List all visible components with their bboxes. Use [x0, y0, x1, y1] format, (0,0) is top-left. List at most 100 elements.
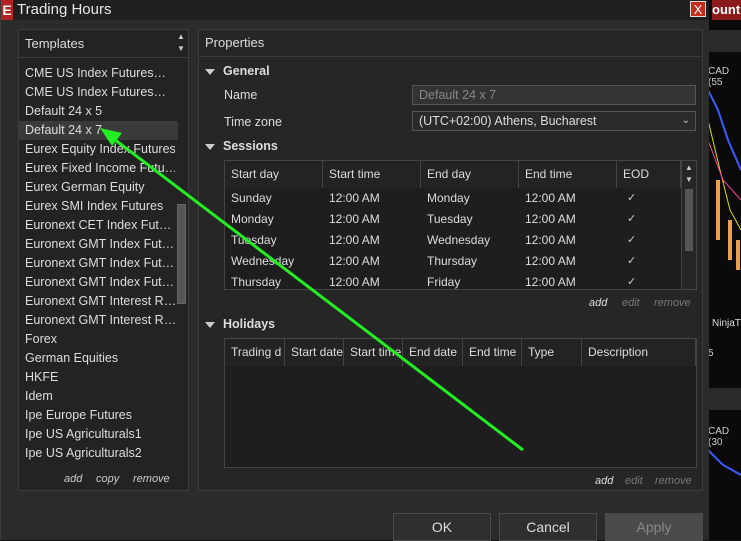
holidays-column-header[interactable]: Start date — [285, 339, 344, 366]
sessions-remove-link[interactable]: remove — [654, 297, 691, 309]
sessions-column-header[interactable]: EOD — [617, 161, 681, 188]
eod-checkbox[interactable]: ✓ — [621, 251, 685, 272]
sessions-cell: 12:00 AM — [329, 212, 380, 226]
holidays-remove-link[interactable]: remove — [655, 475, 692, 487]
template-item[interactable]: CME US Index Futures… — [25, 64, 175, 83]
template-item[interactable]: Eurex SMI Index Futures — [25, 197, 175, 216]
background-ninja-label: NinjaT — [712, 318, 741, 329]
template-item[interactable]: Euronext GMT Index Fut… — [25, 273, 175, 292]
holidays-add-link[interactable]: add — [595, 475, 613, 487]
template-item[interactable]: Default 24 x 7 — [19, 121, 178, 140]
holidays-column-header[interactable]: Type — [522, 339, 582, 366]
apply-button[interactable]: Apply — [605, 513, 703, 541]
general-section-title: General — [223, 64, 270, 78]
template-item[interactable]: CME US Index Futures… — [25, 83, 175, 102]
templates-copy-link[interactable]: copy — [96, 473, 119, 485]
properties-header: Properties — [199, 30, 702, 57]
eod-checkbox[interactable]: ✓ — [621, 272, 685, 289]
sessions-cell: Wednesday — [231, 254, 295, 268]
sessions-cell: 12:00 AM — [329, 191, 380, 205]
template-item[interactable]: Euronext GMT Interest R… — [25, 292, 175, 311]
name-field[interactable]: Default 24 x 7 — [412, 85, 696, 105]
sessions-cell: 12:00 AM — [525, 275, 576, 289]
templates-scrollbar[interactable] — [177, 204, 186, 304]
collapse-triangle-icon — [205, 68, 215, 75]
template-item[interactable]: Euronext GMT Index Fut… — [25, 254, 175, 273]
sessions-edit-link[interactable]: edit — [622, 297, 640, 309]
template-item[interactable]: Euronext GMT Interest R… — [25, 311, 175, 330]
sessions-grid: Start day Start time End day End time EOD Su… — [224, 160, 697, 290]
holidays-column-header[interactable]: End date — [403, 339, 463, 366]
holidays-grid: Trading d Start date Start time End date End… — [224, 338, 697, 468]
background-chart-lines-2 — [708, 449, 741, 476]
holidays-section-title: Holidays — [223, 317, 276, 331]
templates-header-label: Templates — [25, 36, 85, 51]
template-item[interactable]: Euronext GMT Index Fut… — [25, 235, 175, 254]
template-item[interactable]: Ipe Europe Futures — [25, 406, 175, 425]
background-chart-lines — [708, 89, 741, 270]
sessions-section-toggle[interactable]: Sessions — [205, 139, 278, 153]
templates-header: Templates ▲ ▼ — [19, 30, 188, 58]
sessions-cell: 12:00 AM — [329, 275, 380, 289]
template-item[interactable]: Idem — [25, 387, 175, 406]
collapse-triangle-icon — [205, 143, 215, 150]
templates-remove-link[interactable]: remove — [133, 473, 170, 485]
sessions-cell: 12:00 AM — [525, 233, 576, 247]
sessions-scroll-thumb[interactable] — [685, 189, 693, 251]
template-item[interactable]: Forex — [25, 330, 175, 349]
holidays-column-header[interactable]: End time — [463, 339, 522, 366]
sessions-cell: Tuesday — [427, 212, 473, 226]
properties-header-label: Properties — [205, 35, 265, 50]
sessions-cell: 12:00 AM — [525, 212, 576, 226]
sessions-cell: 12:00 AM — [525, 191, 576, 205]
sessions-column-header[interactable]: Start day — [225, 161, 323, 188]
sessions-add-link[interactable]: add — [589, 297, 607, 309]
holidays-column-header[interactable]: Trading d — [225, 339, 285, 366]
background-toolbar — [708, 30, 741, 52]
template-item[interactable]: Ipe US Agriculturals2 — [25, 444, 175, 463]
app-icon: E — [1, 0, 13, 20]
template-item[interactable]: HKFE — [25, 368, 175, 387]
holidays-edit-link[interactable]: edit — [625, 475, 643, 487]
sessions-cell: Sunday — [231, 191, 272, 205]
sessions-cell: Monday — [231, 212, 274, 226]
sessions-scrollbar[interactable]: ▲ ▼ — [681, 161, 696, 289]
eod-checkbox[interactable]: ✓ — [621, 230, 685, 251]
scroll-down-icon[interactable]: ▼ — [684, 175, 694, 184]
template-item[interactable]: Default 24 x 5 — [25, 102, 175, 121]
template-item[interactable]: Eurex Fixed Income Futu… — [25, 159, 175, 178]
scroll-up-icon[interactable]: ▲ — [176, 32, 186, 41]
template-item[interactable]: Eurex Equity Index Futures — [25, 140, 175, 159]
timezone-value: (UTC+02:00) Athens, Bucharest — [419, 114, 597, 128]
holidays-section-toggle[interactable]: Holidays — [205, 317, 275, 331]
sessions-column-header[interactable]: Start time — [323, 161, 421, 188]
timezone-select[interactable]: (UTC+02:00) Athens, Bucharest ⌄ — [412, 111, 696, 131]
ok-button[interactable]: OK — [393, 513, 491, 541]
sessions-cell: Thursday — [231, 275, 282, 289]
template-item[interactable]: Eurex German Equity — [25, 178, 175, 197]
eod-checkbox[interactable]: ✓ — [621, 188, 685, 209]
template-item[interactable]: Ipe US Agriculturals1 — [25, 425, 175, 444]
template-item[interactable]: German Equities — [25, 349, 175, 368]
trading-hours-window: E Trading Hours X Templates ▲ ▼ CME US I… — [0, 0, 709, 541]
sessions-column-header[interactable]: End time — [519, 161, 617, 188]
general-section-toggle[interactable]: General — [205, 64, 270, 78]
window-title: Trading Hours — [17, 1, 112, 18]
sessions-cell: 12:00 AM — [329, 254, 380, 268]
sessions-cell: Monday — [427, 191, 470, 205]
background-toolbar-2 — [708, 388, 741, 410]
holidays-column-header[interactable]: Description — [582, 339, 696, 366]
sessions-cell: 12:00 AM — [329, 233, 380, 247]
sessions-column-header[interactable]: End day — [421, 161, 519, 188]
sessions-cell: 12:00 AM — [525, 254, 576, 268]
close-icon[interactable]: X — [690, 1, 706, 17]
cancel-button[interactable]: Cancel — [499, 513, 597, 541]
holidays-column-header[interactable]: Start time — [344, 339, 403, 366]
scroll-up-icon[interactable]: ▲ — [684, 163, 694, 172]
eod-checkbox[interactable]: ✓ — [621, 209, 685, 230]
templates-add-link[interactable]: add — [64, 473, 82, 485]
scroll-down-icon[interactable]: ▼ — [176, 44, 186, 53]
sessions-cell: Tuesday — [231, 233, 277, 247]
templates-panel: Templates ▲ ▼ CME US Index Futures… CME U… — [18, 29, 189, 491]
template-item[interactable]: Euronext CET Index Fut… — [25, 216, 175, 235]
